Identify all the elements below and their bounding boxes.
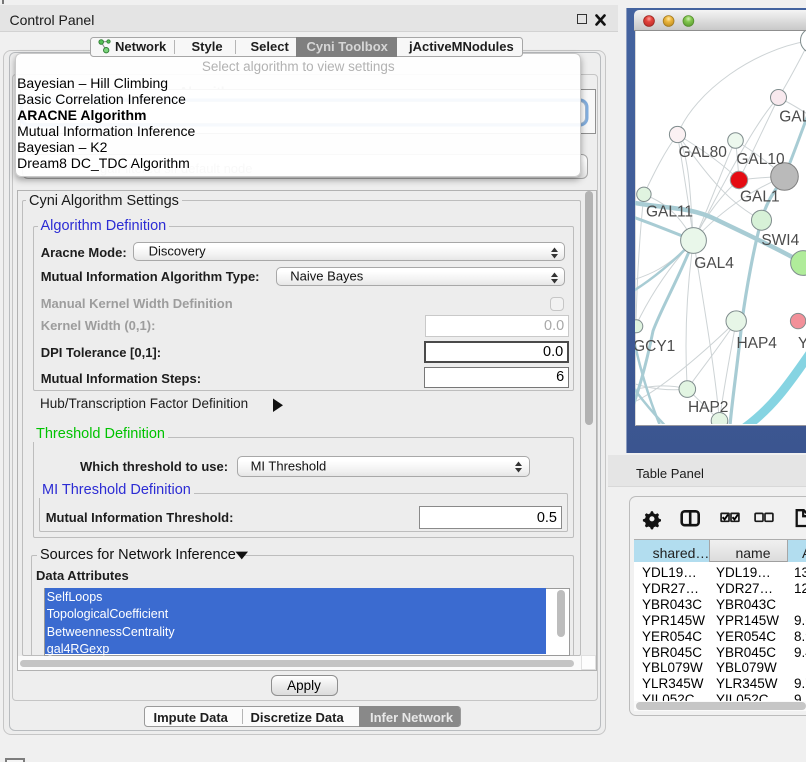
svg-text:SWI4: SWI4 — [761, 232, 799, 249]
svg-text:GAL10: GAL10 — [736, 151, 785, 168]
svg-text:HAP4: HAP4 — [736, 335, 777, 352]
svg-text:GAL4: GAL4 — [694, 255, 734, 272]
svg-text:HAP2: HAP2 — [687, 399, 728, 416]
svg-text:GCY1: GCY1 — [635, 338, 675, 355]
svg-text:GAL80: GAL80 — [678, 144, 727, 161]
svg-text:YJ: YJ — [798, 335, 806, 352]
svg-text:GAL11: GAL11 — [645, 203, 692, 220]
svg-text:GAL1: GAL1 — [739, 188, 779, 205]
svg-text:GAL8: GAL8 — [779, 108, 806, 125]
